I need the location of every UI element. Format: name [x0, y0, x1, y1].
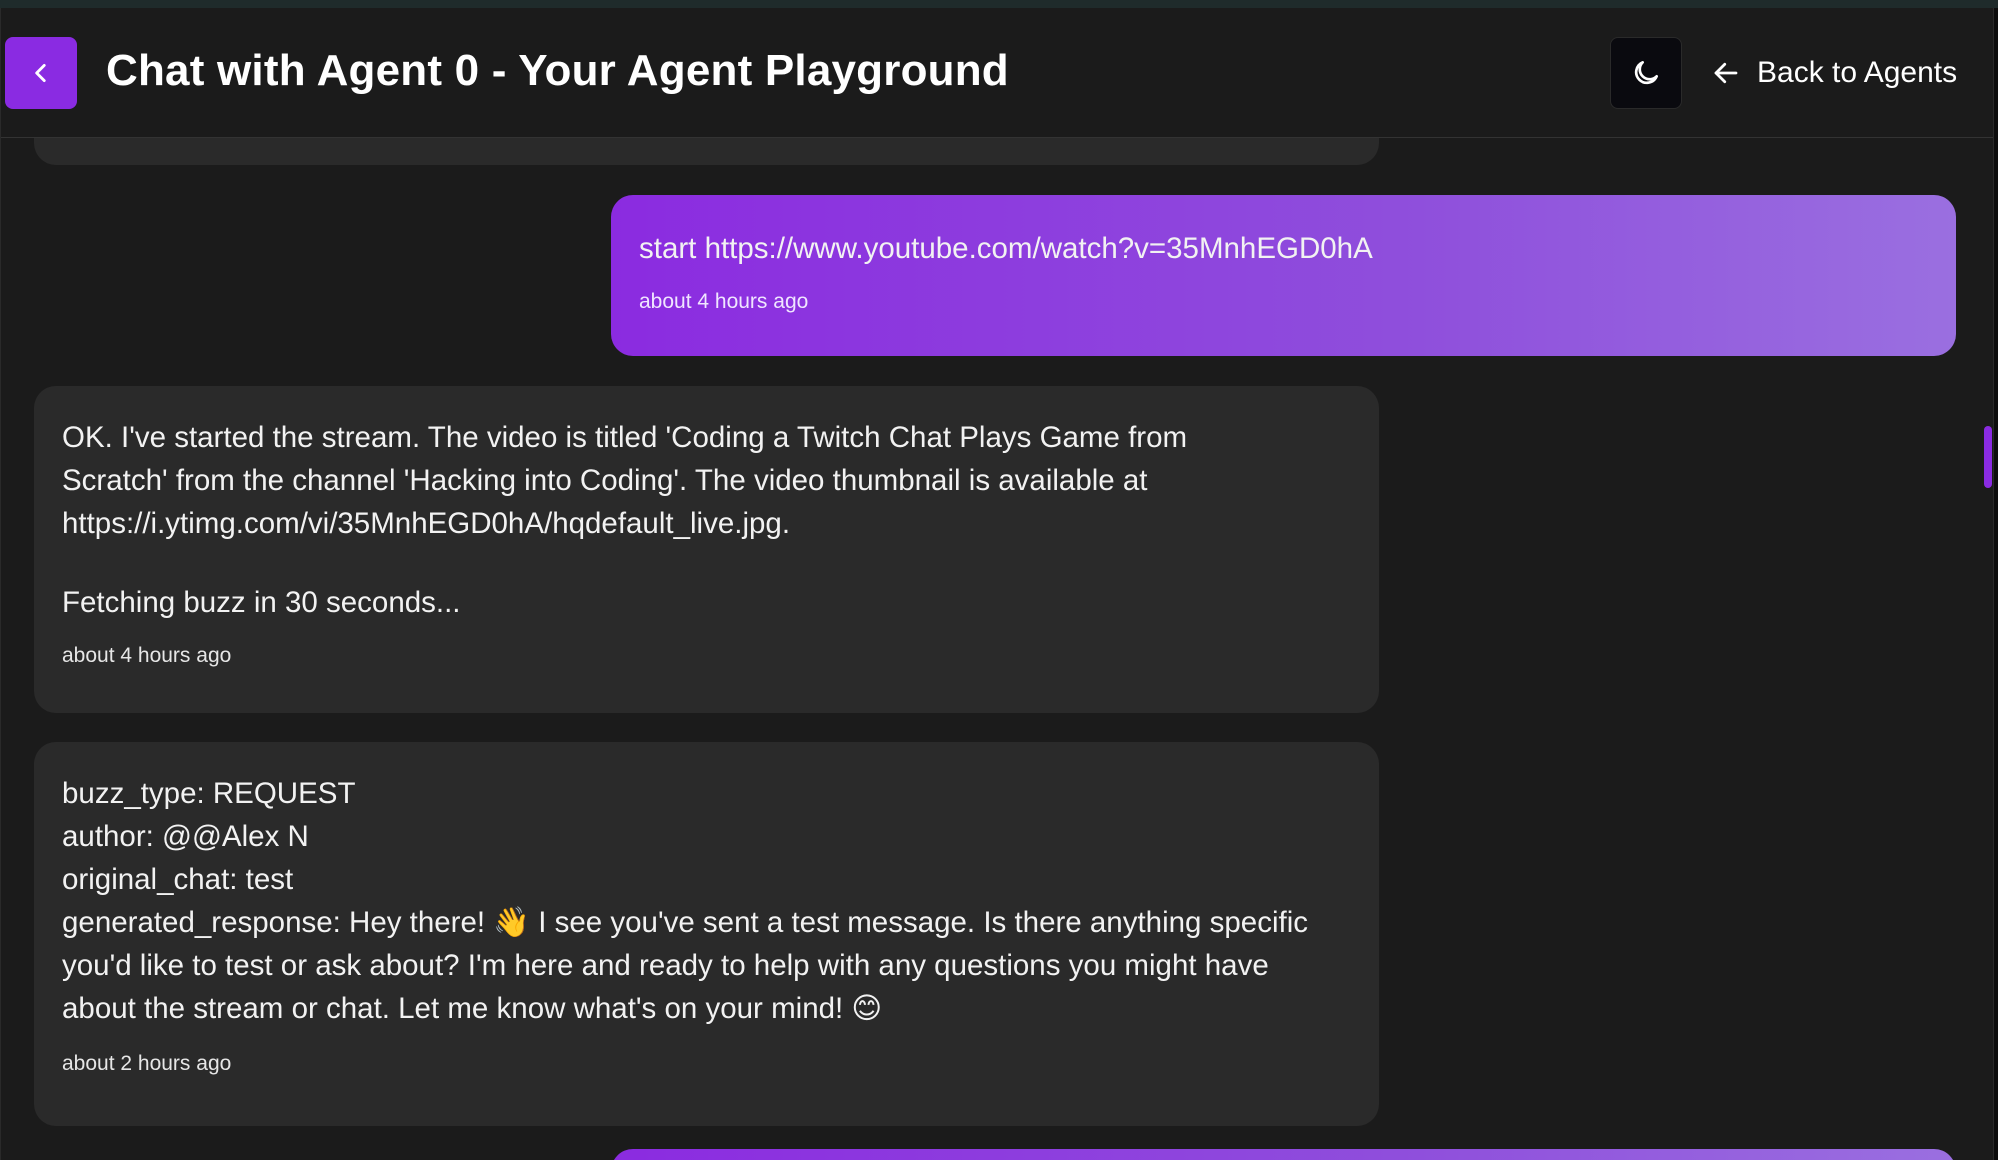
page-title: Chat with Agent 0 - Your Agent Playgroun…	[106, 46, 1009, 95]
chat-header: Chat with Agent 0 - Your Agent Playgroun…	[1, 8, 1993, 138]
message-text-secondary: Fetching buzz in 30 seconds...	[62, 586, 461, 619]
back-to-agents-link[interactable]: Back to Agents	[1711, 51, 1957, 95]
window-top-strip	[0, 0, 1998, 8]
user-message-partial	[611, 1149, 1956, 1160]
agent-message: OK. I've started the stream. The video i…	[34, 386, 1379, 713]
moon-icon	[1634, 61, 1658, 85]
message-timestamp: about 4 hours ago	[62, 644, 232, 667]
scrollbar-thumb[interactable]	[1984, 426, 1992, 488]
back-to-agents-label: Back to Agents	[1757, 56, 1958, 89]
message-timestamp: about 4 hours ago	[639, 290, 809, 313]
theme-toggle-button[interactable]	[1610, 37, 1682, 109]
user-message: start https://www.youtube.com/watch?v=35…	[611, 195, 1956, 356]
message-text: buzz_type: REQUEST author: @@Alex N orig…	[62, 777, 1309, 1025]
back-button[interactable]	[5, 37, 77, 109]
message-text: start https://www.youtube.com/watch?v=35…	[639, 232, 1373, 265]
message-timestamp: about 2 hours ago	[62, 1052, 232, 1075]
chat-app: Chat with Agent 0 - Your Agent Playgroun…	[0, 8, 1994, 1160]
chevron-left-icon	[35, 64, 46, 82]
arrow-left-icon	[1714, 62, 1738, 84]
agent-message: buzz_type: REQUEST author: @@Alex N orig…	[34, 742, 1379, 1126]
message-text: OK. I've started the stream. The video i…	[62, 421, 1188, 540]
